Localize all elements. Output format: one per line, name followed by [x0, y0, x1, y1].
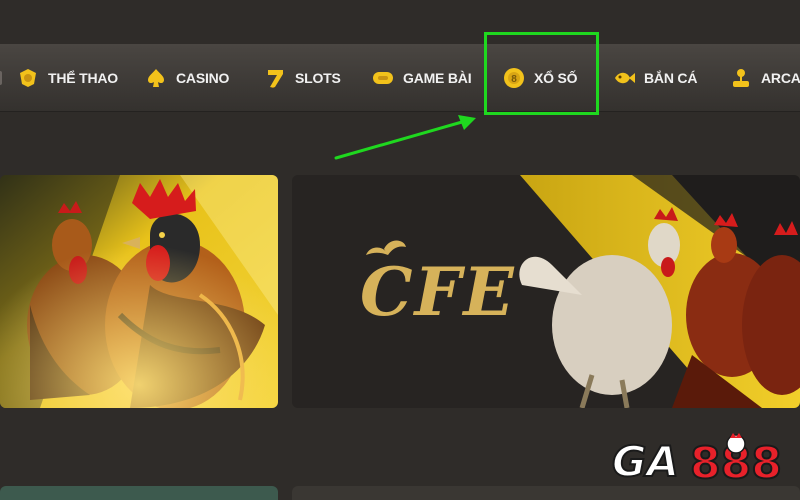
nav-item-casino[interactable]: CASINO [145, 44, 229, 112]
fish-icon [613, 67, 635, 89]
nav-label-slots: SLOTS [295, 70, 341, 86]
nav-label-game-bai: GAME BÀI [403, 70, 472, 86]
banner-cfe-right[interactable]: CFE [292, 175, 800, 408]
lucky-seven-icon [264, 67, 286, 89]
sports-shield-icon [17, 67, 39, 89]
ga888-logo: GA 888 [611, 432, 788, 490]
rooster-illustration [0, 175, 278, 408]
bottom-card-left[interactable] [0, 486, 278, 500]
cfe-logo: CFE [354, 237, 524, 337]
nav-item-ban-ca[interactable]: BẮN CÁ [613, 44, 697, 112]
nav-label-the-thao: THỂ THAO [48, 70, 118, 86]
annotation-arrow [334, 115, 476, 160]
joystick-icon [730, 67, 752, 89]
spade-icon [145, 67, 167, 89]
nav-item-arcade[interactable]: ARCADE [730, 44, 800, 112]
nav-item-game-bai[interactable]: GAME BÀI [372, 44, 472, 112]
nav-item-the-thao[interactable]: THỂ THAO [17, 44, 118, 112]
top-strip [0, 0, 800, 44]
highlight-box-xo-so [484, 32, 599, 115]
nav-label-arcade: ARCADE [761, 70, 800, 86]
logo-prefix: GA [612, 437, 679, 486]
main-nav: THỂ THAO CASINO SLOTS GAME BÀI 8 XỔ SỐ B… [0, 44, 800, 112]
cfe-logo-text: CFE [360, 253, 516, 331]
nav-label-casino: CASINO [176, 70, 230, 86]
ga888-logo-mark: GA 888 [611, 433, 783, 490]
bottom-card-right[interactable] [292, 486, 800, 500]
nav-item-slots[interactable]: SLOTS [264, 44, 341, 112]
banner-rooster-left[interactable] [0, 175, 278, 408]
game-card-icon [372, 67, 394, 89]
nav-label-ban-ca: BẮN CÁ [644, 70, 698, 86]
